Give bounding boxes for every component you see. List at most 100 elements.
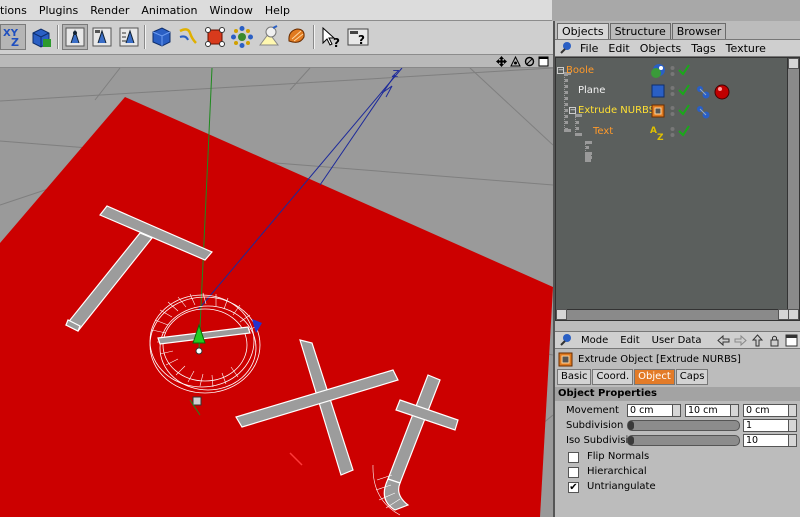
movement-x-value: 0 cm	[630, 405, 654, 416]
boole-icon	[651, 64, 665, 78]
hierarchical-checkbox[interactable]	[568, 467, 579, 478]
texture-tag-icon[interactable]	[694, 83, 712, 101]
menu-help[interactable]: Help	[259, 4, 296, 17]
tab-browser[interactable]: Browser	[671, 23, 727, 39]
subdivision-slider[interactable]	[627, 420, 740, 431]
cube-tool-icon[interactable]	[28, 24, 54, 50]
nurbs-icon[interactable]	[202, 24, 228, 50]
texture-tag-icon[interactable]	[694, 103, 712, 121]
om-menu-edit[interactable]: Edit	[603, 42, 634, 55]
attribute-manager-menu: Mode Edit User Data	[555, 331, 800, 349]
tab-structure[interactable]: Structure	[609, 23, 671, 39]
object-name-boole[interactable]: Boole	[566, 65, 594, 76]
object-manager-search-icon[interactable]	[559, 41, 573, 55]
svg-text:Z: Z	[11, 36, 19, 49]
object-name-plane[interactable]: Plane	[578, 85, 605, 96]
tab-basic[interactable]: Basic	[557, 369, 592, 385]
am-menu-mode[interactable]: Mode	[575, 335, 614, 346]
material-icon[interactable]	[283, 24, 309, 50]
enabled-check-icon[interactable]	[678, 84, 690, 96]
render-view-icon[interactable]	[62, 24, 88, 50]
back-arrow-icon[interactable]	[717, 334, 730, 347]
object-name-text[interactable]: Text	[593, 126, 613, 137]
pointer-help-icon[interactable]: ?	[318, 24, 344, 50]
object-row-extrude-nurbs[interactable]: − Extrude NURBS	[556, 102, 784, 122]
object-row-text[interactable]: Text AZ	[556, 123, 784, 143]
flip-normals-checkbox[interactable]	[568, 452, 579, 463]
move-view-icon[interactable]	[496, 56, 507, 67]
movement-x-stepper[interactable]	[672, 405, 680, 416]
movement-y-field[interactable]: 10 cm	[685, 404, 739, 417]
spline-icon[interactable]	[175, 24, 201, 50]
collapse-toggle-boole[interactable]: −	[557, 67, 564, 74]
subdivision-value: 1	[746, 420, 753, 431]
visibility-dots[interactable]	[670, 64, 675, 78]
om-menu-tags[interactable]: Tags	[686, 42, 720, 55]
menu-animation[interactable]: Animation	[135, 4, 203, 17]
up-arrow-icon[interactable]	[751, 334, 764, 347]
movement-z-field[interactable]: 0 cm	[743, 404, 797, 417]
render-picture-icon[interactable]	[89, 24, 115, 50]
zoom-view-icon[interactable]	[524, 56, 535, 67]
attribute-manager-search-icon[interactable]	[559, 333, 573, 347]
scroll-up-arrow[interactable]	[788, 58, 799, 69]
scroll-left-arrow[interactable]	[556, 309, 567, 320]
visibility-dots[interactable]	[670, 104, 675, 118]
enabled-check-icon[interactable]	[678, 104, 690, 116]
object-manager-tabs: Objects Structure Browser	[555, 21, 800, 39]
menu-window[interactable]: Window	[203, 4, 258, 17]
movement-x-field[interactable]: 0 cm	[627, 404, 681, 417]
iso-subdivision-field[interactable]: 10	[743, 434, 797, 447]
render-settings-icon[interactable]	[116, 24, 142, 50]
object-name-extrude-nurbs[interactable]: Extrude NURBS	[578, 105, 655, 116]
cinema-help-icon[interactable]: ?	[345, 24, 371, 50]
tab-coord[interactable]: Coord.	[592, 369, 634, 385]
iso-subdivision-slider[interactable]	[627, 435, 740, 446]
movement-z-stepper[interactable]	[788, 405, 796, 416]
collapse-toggle-extrude[interactable]: −	[569, 107, 576, 114]
om-menu-file[interactable]: File	[575, 42, 603, 55]
subdivision-label: Subdivision	[566, 420, 624, 431]
xyz-axis-toggle-icon[interactable]: XY Z	[0, 24, 26, 50]
object-row-plane[interactable]: Plane	[556, 82, 784, 102]
am-menu-edit[interactable]: Edit	[614, 335, 645, 346]
tab-caps[interactable]: Caps	[675, 369, 709, 385]
lock-icon[interactable]	[768, 334, 781, 347]
menu-bar: tions Plugins Render Animation Window He…	[0, 0, 800, 21]
3d-viewport[interactable]: Z	[0, 55, 553, 517]
rotate-view-icon[interactable]	[510, 56, 521, 67]
managers-panel: Objects Structure Browser File Edit Obje…	[553, 21, 800, 517]
scroll-right-arrow[interactable]	[778, 309, 789, 320]
visibility-dots[interactable]	[670, 125, 675, 139]
tab-object[interactable]: Object	[634, 369, 675, 385]
movement-y-stepper[interactable]	[730, 405, 738, 416]
light-icon[interactable]	[256, 24, 282, 50]
untriangulate-checkbox[interactable]: ✔	[568, 482, 579, 493]
object-tree-vertical-scrollbar[interactable]	[787, 58, 799, 320]
maximize-view-icon[interactable]	[538, 56, 549, 67]
cube-primitive-icon[interactable]	[148, 24, 174, 50]
scroll-down-arrow[interactable]	[788, 309, 799, 320]
enabled-check-icon[interactable]	[678, 125, 690, 137]
material-tag-icon[interactable]	[713, 83, 731, 101]
object-row-boole[interactable]: − Boole	[556, 62, 784, 82]
iso-subdivision-value: 10	[746, 435, 759, 446]
om-menu-objects[interactable]: Objects	[635, 42, 687, 55]
object-tree-horizontal-scrollbar[interactable]	[556, 309, 789, 320]
enabled-check-icon[interactable]	[678, 64, 690, 76]
new-window-icon[interactable]	[785, 334, 798, 347]
subdivision-field[interactable]: 1	[743, 419, 797, 432]
attribute-object-title: Extrude Object [Extrude NURBS]	[555, 349, 800, 369]
menu-functions[interactable]: tions	[0, 4, 33, 17]
visibility-dots[interactable]	[670, 84, 675, 98]
am-menu-user-data[interactable]: User Data	[646, 335, 708, 346]
forward-arrow-icon[interactable]	[734, 334, 747, 347]
tab-objects[interactable]: Objects	[557, 23, 609, 39]
menu-plugins[interactable]: Plugins	[33, 4, 84, 17]
subdivision-stepper[interactable]	[788, 420, 796, 431]
deformer-icon[interactable]	[229, 24, 255, 50]
menu-render[interactable]: Render	[84, 4, 135, 17]
panel-divider[interactable]	[555, 321, 800, 331]
om-menu-texture[interactable]: Texture	[721, 42, 771, 55]
iso-subdivision-stepper[interactable]	[788, 435, 796, 446]
